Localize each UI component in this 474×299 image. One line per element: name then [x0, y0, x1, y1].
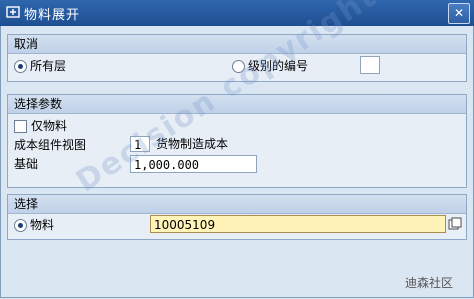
only-material-checkbox[interactable] — [14, 120, 27, 133]
select-group-header: 选择 — [8, 195, 466, 214]
cost-view-label: 成本组件视图 — [14, 138, 87, 152]
params-group-header: 选择参数 — [8, 95, 466, 114]
only-material-label: 仅物料 — [31, 119, 68, 133]
material-input[interactable]: 10005109 — [150, 215, 446, 233]
dialog-body: 取消 所有层 级别的编号 选择参数 仅物料 成本组件视图 1 货物制造成本 基础… — [0, 26, 474, 298]
level-number-input[interactable] — [360, 56, 380, 74]
all-levels-radio[interactable] — [14, 60, 27, 73]
base-label: 基础 — [14, 157, 39, 171]
level-number-option[interactable]: 级别的编号 — [232, 57, 308, 75]
close-button[interactable]: ✕ — [448, 3, 470, 24]
only-material-option[interactable]: 仅物料 — [14, 117, 67, 135]
level-number-radio[interactable] — [232, 60, 245, 73]
material-radio[interactable] — [14, 219, 27, 232]
base-quantity-input[interactable]: 1,000.000 — [130, 155, 257, 173]
select-group: 选择 物料 10005109 — [7, 194, 467, 240]
window-title: 物料展开 — [24, 8, 81, 23]
cancel-group-header: 取消 — [8, 35, 466, 54]
cancel-group: 取消 所有层 级别的编号 — [7, 34, 467, 82]
material-option[interactable]: 物料 — [14, 216, 54, 234]
level-number-label: 级别的编号 — [248, 59, 309, 73]
search-help-icon[interactable] — [448, 217, 462, 231]
sap-window-icon — [6, 6, 20, 18]
cost-view-description: 货物制造成本 — [156, 137, 229, 151]
all-levels-label: 所有层 — [30, 59, 67, 73]
cost-view-input[interactable]: 1 — [130, 136, 150, 152]
all-levels-option[interactable]: 所有层 — [14, 57, 66, 75]
params-group: 选择参数 仅物料 成本组件视图 1 货物制造成本 基础 1,000.000 — [7, 94, 467, 188]
brand-logo-text: 迪森社区 — [404, 276, 453, 290]
title-bar: 物料展开 ✕ — [0, 0, 474, 26]
material-label: 物料 — [30, 218, 55, 232]
